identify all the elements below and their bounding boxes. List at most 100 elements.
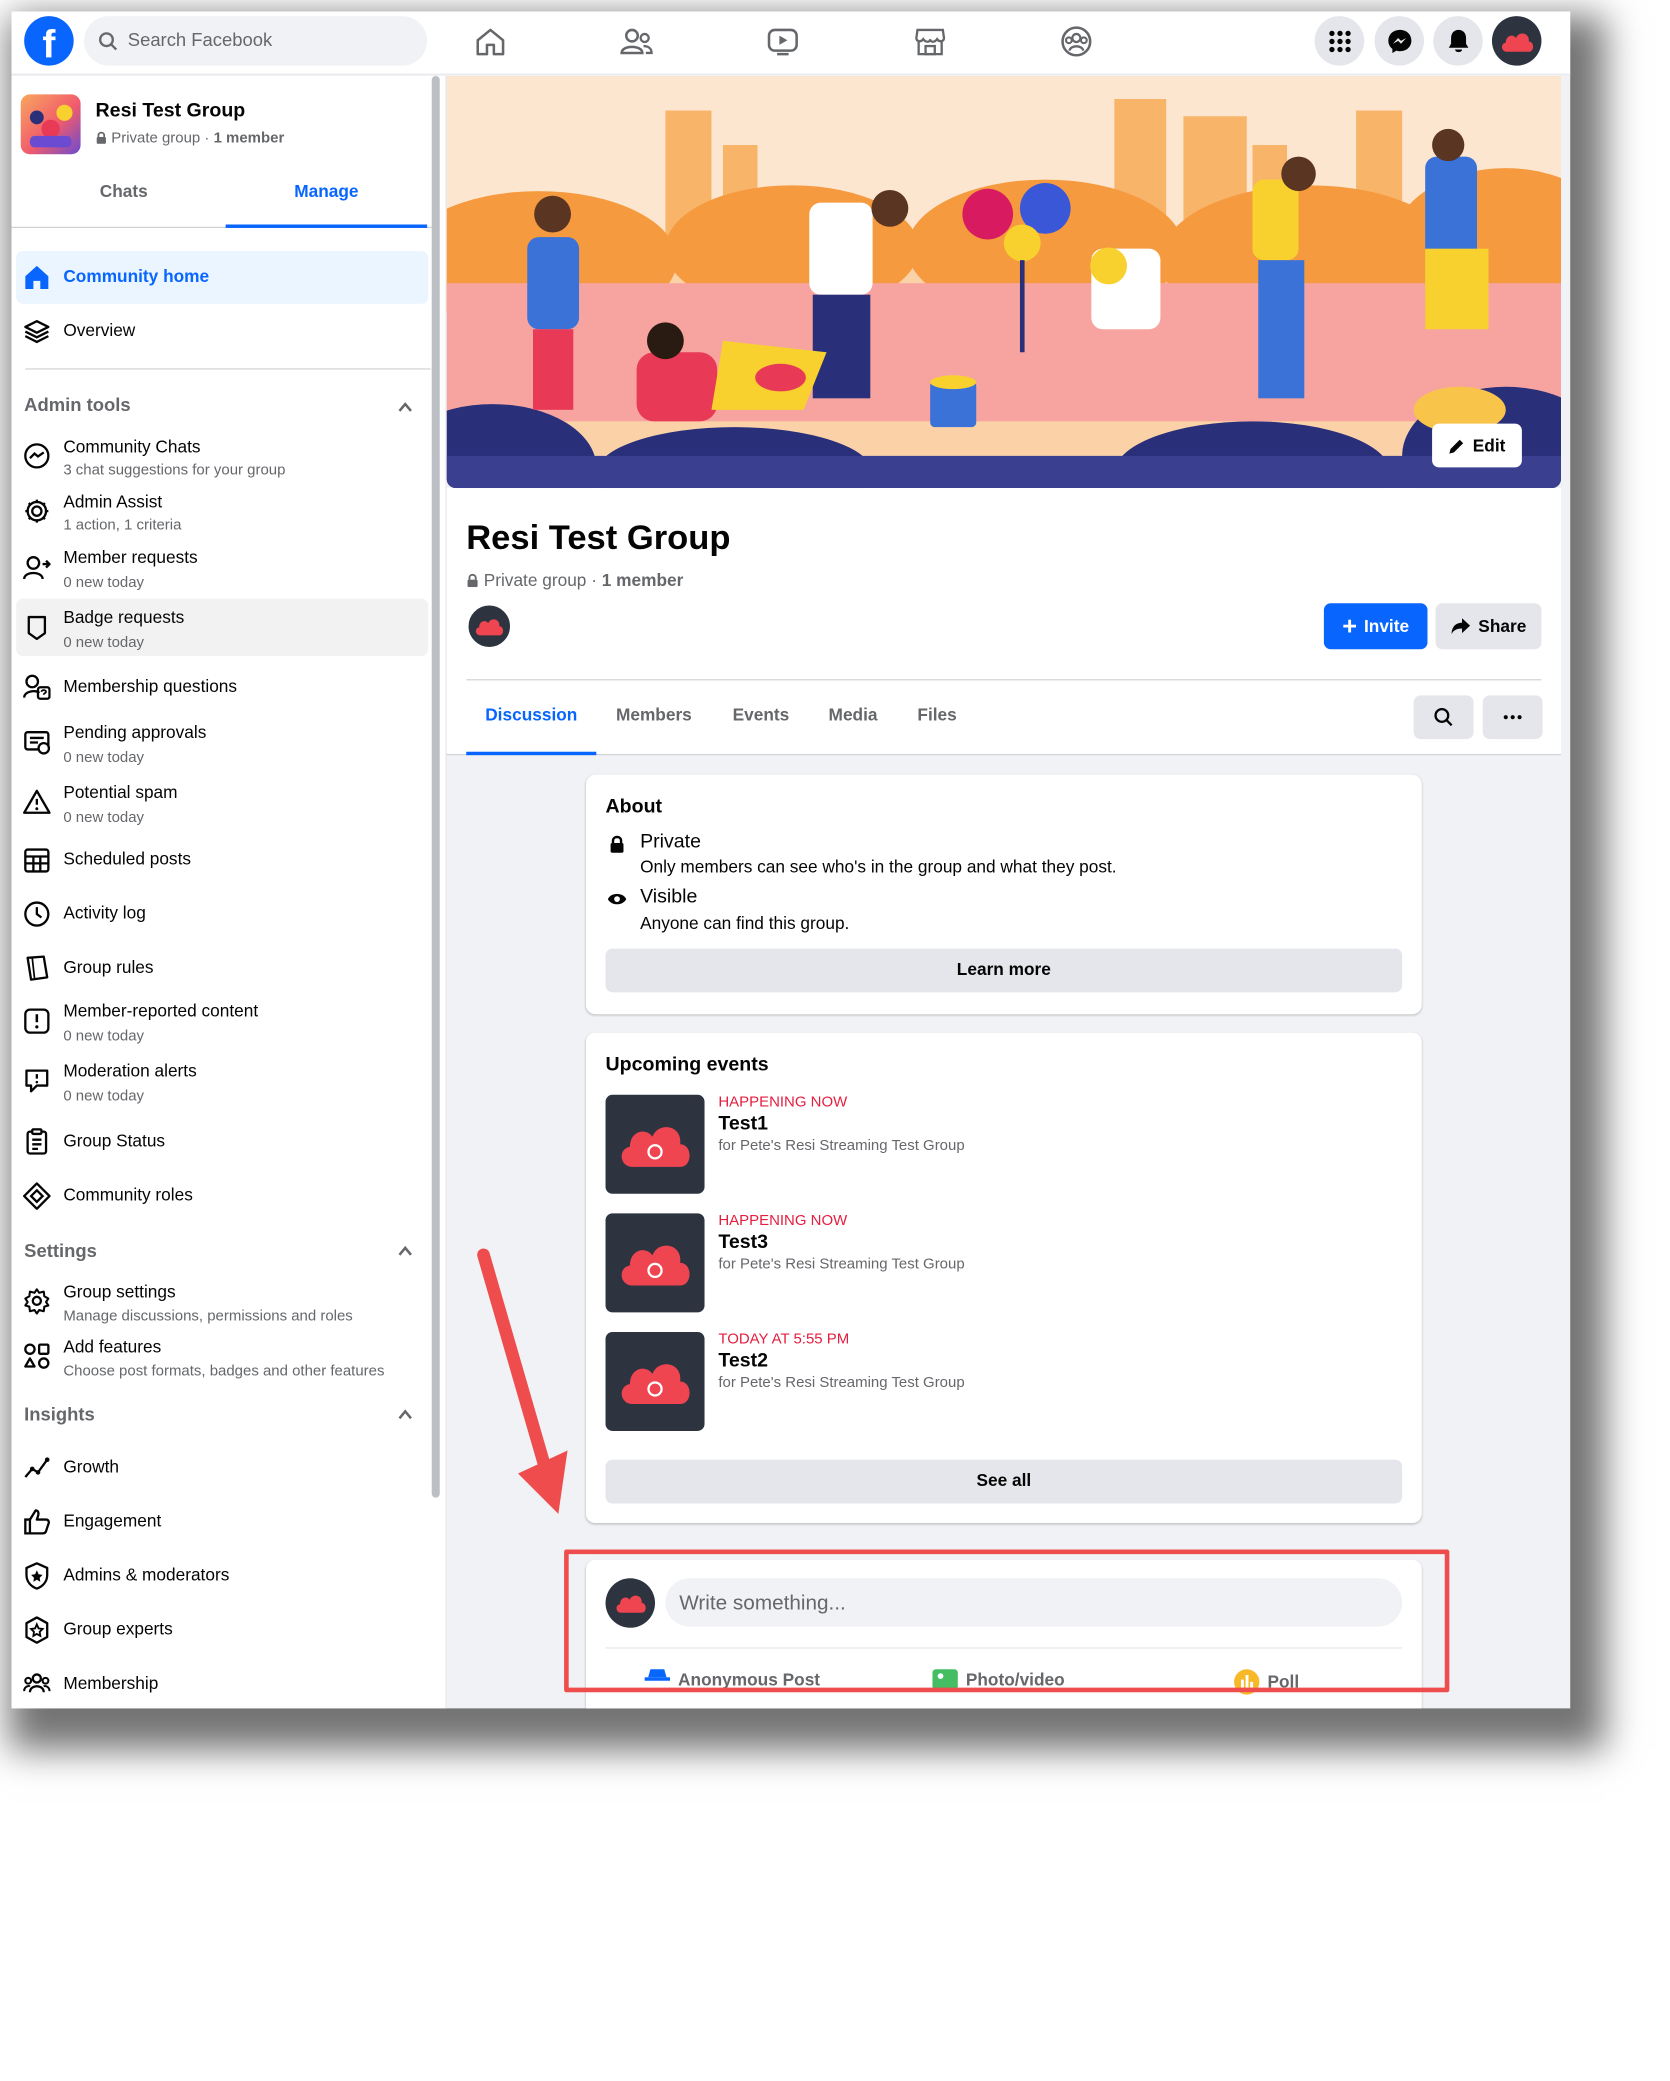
sidebar-item-engagement[interactable]: Engagement	[16, 1495, 428, 1548]
sidebar-item-sublabel: 3 chat suggestions for your group	[63, 460, 286, 478]
edit-cover-button[interactable]: Edit	[1432, 423, 1522, 468]
sidebar-tabs: Chats Manage	[11, 168, 432, 228]
sidebar-item-badge-requests[interactable]: Badge requests 0 new today	[16, 598, 429, 657]
invite-button[interactable]: + Invite	[1323, 603, 1428, 650]
sidebar-item-member-requests[interactable]: Member requests 0 new today	[16, 539, 428, 597]
messenger-button[interactable]	[1374, 16, 1425, 66]
sidebar-item-sublabel: 0 new today	[63, 573, 145, 591]
tab-discussion[interactable]: Discussion	[466, 691, 597, 756]
tab-chats[interactable]: Chats	[23, 168, 224, 228]
warning-icon	[23, 789, 51, 814]
sidebar-item-admins-moderators[interactable]: Admins & moderators	[16, 1550, 428, 1603]
group-privacy: Private group	[483, 570, 587, 591]
event-host: for Pete's Resi Streaming Test Group	[718, 1136, 965, 1154]
tab-manage[interactable]: Manage	[225, 168, 428, 228]
event-time: TODAY AT 5:55 PM	[718, 1329, 850, 1347]
sidebar-item-add-features[interactable]: Add features Choose post formats, badges…	[16, 1328, 428, 1383]
about-private-desc: Only members can see who's in the group …	[640, 857, 1117, 878]
sidebar-item-group-status[interactable]: Group Status	[16, 1116, 428, 1169]
more-options-button[interactable]	[1482, 695, 1543, 740]
group-search-button[interactable]	[1413, 695, 1474, 740]
event-host: for Pete's Resi Streaming Test Group	[718, 1254, 965, 1273]
account-avatar[interactable]	[1491, 16, 1542, 66]
share-button[interactable]: Share	[1435, 603, 1542, 650]
facebook-logo-icon[interactable]: f	[24, 16, 74, 66]
menu-grid-icon	[1328, 30, 1351, 52]
sidebar-item-pending-approvals[interactable]: Pending approvals 0 new today	[16, 714, 428, 772]
sidebar-item-community-chats[interactable]: Community Chats 3 chat suggestions for y…	[16, 428, 428, 483]
sidebar-item-member-reported-content[interactable]: Member-reported content 0 new today	[16, 992, 428, 1050]
sidebar-item-community-roles[interactable]: Community roles	[16, 1170, 428, 1223]
sidebar-item-moderation-alerts[interactable]: Moderation alerts 0 new today	[16, 1052, 428, 1110]
plus-icon: +	[1342, 611, 1358, 641]
sidebar-item-community-home[interactable]: Community home	[16, 250, 429, 304]
cloud-logo-icon	[621, 1364, 690, 1405]
groups-icon[interactable]	[1059, 25, 1094, 57]
sidebar-item-potential-spam[interactable]: Potential spam 0 new today	[16, 774, 428, 832]
sidebar-item-label: Moderation alerts	[63, 1061, 197, 1081]
group-header[interactable]: Resi Test Group Private group · 1 member	[20, 92, 435, 161]
event-item[interactable]: HAPPENING NOW Test1 for Pete's Resi Stre…	[605, 1092, 1403, 1196]
sidebar-item-label: Pending approvals	[63, 722, 207, 743]
sidebar-item-admin-assist[interactable]: Admin Assist 1 action, 1 criteria	[16, 484, 428, 539]
more-dots-icon	[1503, 715, 1522, 720]
lock-icon	[610, 835, 624, 853]
section-title-settings: Settings	[24, 1242, 97, 1262]
sidebar-item-label: Growth	[63, 1457, 119, 1477]
group-header-panel: Resi Test Group Private group · 1 member…	[446, 488, 1562, 756]
member-avatar[interactable]	[466, 603, 513, 650]
header-divider	[466, 679, 1542, 681]
shield-star-icon	[25, 1562, 49, 1590]
sidebar-item-label: Admins & moderators	[63, 1565, 230, 1586]
sidebar-item-activity-log[interactable]: Activity log	[16, 888, 428, 941]
sidebar-item-sublabel: 0 new today	[63, 808, 145, 826]
sidebar-item-label: Membership questions	[63, 676, 238, 697]
watch-icon[interactable]	[766, 25, 801, 57]
menu-grid-button[interactable]	[1314, 16, 1365, 66]
sidebar-item-overview[interactable]: Overview	[16, 305, 428, 358]
sidebar-item-membership[interactable]: Membership	[16, 1658, 428, 1709]
badge-icon	[27, 615, 47, 641]
sidebar-item-label: Potential spam	[63, 782, 178, 803]
sidebar-item-label: Engagement	[63, 1511, 162, 1532]
tab-members[interactable]: Members	[608, 691, 700, 755]
friends-icon[interactable]	[619, 25, 654, 57]
sidebar-item-group-settings[interactable]: Group settings Manage discussions, permi…	[16, 1273, 428, 1328]
notifications-button[interactable]	[1433, 16, 1483, 66]
search-input[interactable]: Search Facebook	[84, 16, 428, 66]
chevron-up-icon[interactable]	[396, 1406, 414, 1424]
report-icon	[24, 1008, 50, 1034]
sidebar-item-label: Community Chats	[63, 437, 201, 458]
about-visible-title: Visible	[640, 885, 698, 908]
event-thumbnail	[605, 1094, 705, 1194]
search-placeholder: Search Facebook	[127, 30, 273, 51]
annotation-arrow-icon	[477, 1248, 568, 1514]
tab-events[interactable]: Events	[723, 691, 799, 755]
home-icon[interactable]	[473, 25, 508, 57]
sidebar-item-scheduled-posts[interactable]: Scheduled posts	[16, 833, 428, 886]
event-item[interactable]: TODAY AT 5:55 PM Test2 for Pete's Resi S…	[605, 1329, 1403, 1433]
tab-media[interactable]: Media	[817, 691, 888, 755]
learn-more-button[interactable]: Learn more	[605, 948, 1403, 993]
shapes-icon	[24, 1343, 50, 1369]
event-item[interactable]: HAPPENING NOW Test3 for Pete's Resi Stre…	[605, 1211, 1403, 1314]
sidebar-item-growth[interactable]: Growth	[16, 1441, 428, 1494]
sidebar-item-membership-questions[interactable]: Membership questions	[16, 661, 428, 714]
sidebar-item-label: Admin Assist	[63, 492, 163, 513]
tab-files[interactable]: Files	[907, 691, 967, 755]
lock-icon	[96, 131, 106, 144]
sidebar-scrollbar[interactable]	[431, 75, 440, 1498]
see-all-button[interactable]: See all	[605, 1459, 1403, 1504]
diamond-icon	[23, 1182, 51, 1210]
share-arrow-icon	[1451, 618, 1471, 635]
chevron-up-icon[interactable]	[396, 1242, 414, 1260]
sidebar-item-label: Activity log	[63, 903, 146, 924]
sidebar-item-group-rules[interactable]: Group rules	[16, 942, 428, 995]
marketplace-icon[interactable]	[913, 25, 948, 57]
chevron-up-icon[interactable]	[396, 398, 414, 416]
cloud-logo-icon	[1501, 32, 1533, 52]
sidebar-item-label: Group experts	[63, 1619, 173, 1640]
section-title-admin-tools: Admin tools	[24, 396, 131, 416]
sidebar-item-group-experts[interactable]: Group experts	[16, 1604, 428, 1657]
annotation-highlight-box	[564, 1549, 1450, 1693]
